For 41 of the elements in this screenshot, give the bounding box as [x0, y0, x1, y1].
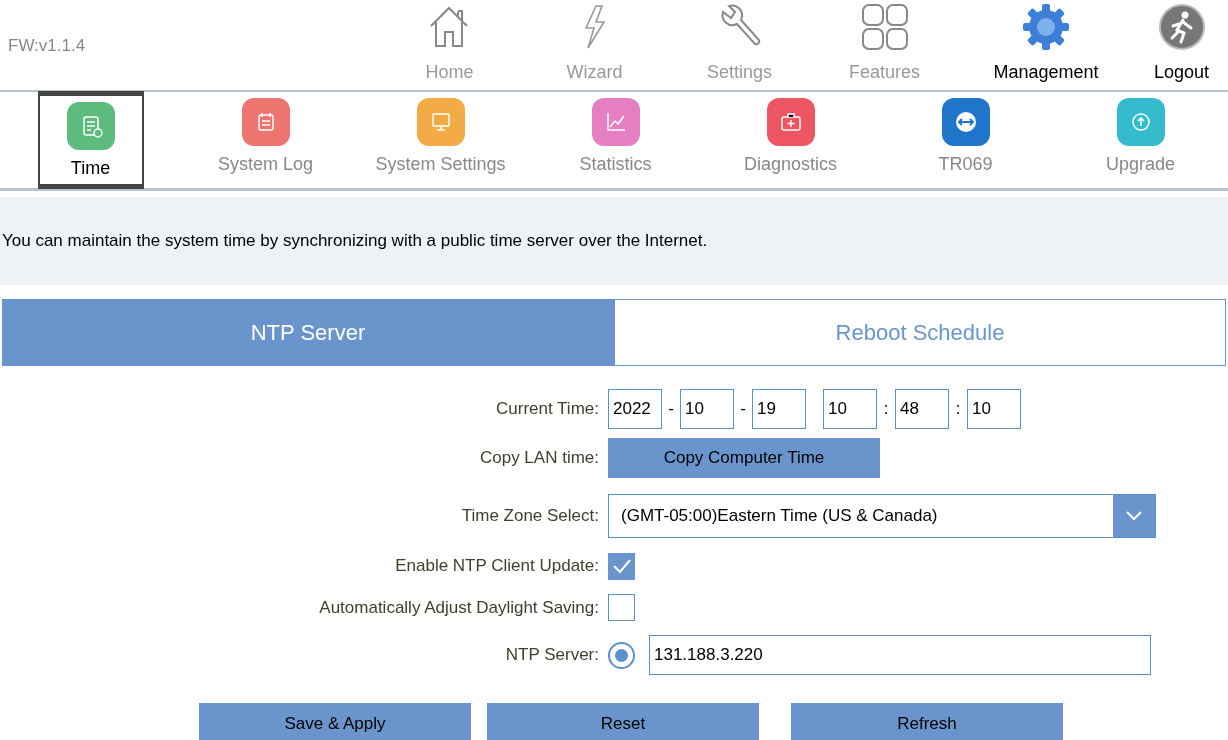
field-label: Copy LAN time:	[478, 447, 600, 470]
time-field[interactable]: 10	[823, 389, 877, 429]
time-field[interactable]: 19	[752, 389, 806, 429]
checkmark-icon	[611, 558, 632, 574]
subnav-tab[interactable]: Upgrade	[1065, 92, 1216, 188]
settings-icon	[1021, 2, 1071, 52]
subnav-tab[interactable]: Statistics	[540, 92, 691, 188]
checkbox[interactable]	[608, 552, 635, 580]
logout-button[interactable]: Logout	[1135, 0, 1228, 90]
chevron-down-icon	[1125, 509, 1143, 522]
field-label: Current Time:	[495, 398, 600, 421]
action-button[interactable]: Reset	[487, 703, 759, 740]
subnav-tab[interactable]: Time	[37, 91, 144, 189]
description-text: You can maintain the system time by synchronizing with a public time server over the Internet.	[1, 230, 708, 253]
subnav-tab[interactable]: System Settings	[365, 92, 516, 188]
action-button[interactable]: Save & Apply	[199, 703, 471, 740]
field-label: Automatically Adjust Daylight Saving:	[318, 596, 600, 619]
separator-text: :	[882, 398, 890, 421]
time-field[interactable]: 10	[680, 389, 734, 429]
timezone-select[interactable]: (GMT-05:00)Eastern Time (US & Canada)	[608, 493, 1156, 538]
checkbox[interactable]	[608, 594, 635, 621]
grid-icon	[859, 2, 910, 52]
time-field[interactable]: 48	[895, 389, 949, 429]
copy-time-button[interactable]: Copy Computer Time	[608, 438, 880, 478]
logout-icon	[1156, 2, 1207, 52]
field-label: NTP Server:	[504, 644, 600, 667]
separator-text: :	[954, 398, 962, 421]
subnav-tab[interactable]: TR069	[890, 92, 1041, 188]
separator-text: -	[739, 398, 747, 421]
action-button[interactable]: Refresh	[791, 703, 1063, 740]
separator-text: -	[667, 398, 675, 421]
field-label: Enable NTP Client Update:	[394, 555, 600, 578]
field-label: Time Zone Select:	[460, 504, 600, 527]
ntp-server-field[interactable]: 131.188.3.220	[649, 635, 1151, 675]
subnav-tab[interactable]: System Log	[190, 92, 341, 188]
firmware-version: FW:v1.1.4	[7, 35, 87, 57]
nav-item[interactable]: Management	[957, 0, 1135, 90]
subnav-tab[interactable]: Diagnostics	[715, 92, 866, 188]
time-field[interactable]: 10	[967, 389, 1021, 429]
radio-button[interactable]	[608, 641, 635, 669]
time-field[interactable]: 2022	[608, 389, 662, 429]
